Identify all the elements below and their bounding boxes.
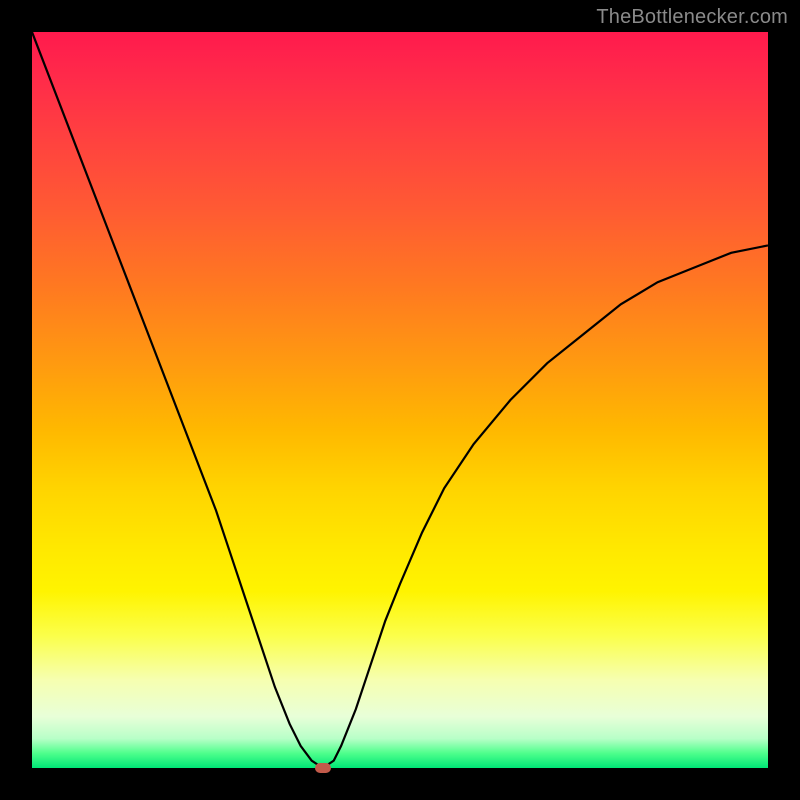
optimal-point-marker	[315, 763, 331, 773]
chart-frame: TheBottlenecker.com	[0, 0, 800, 800]
watermark-text: TheBottlenecker.com	[596, 6, 788, 29]
plot-area	[32, 32, 768, 768]
